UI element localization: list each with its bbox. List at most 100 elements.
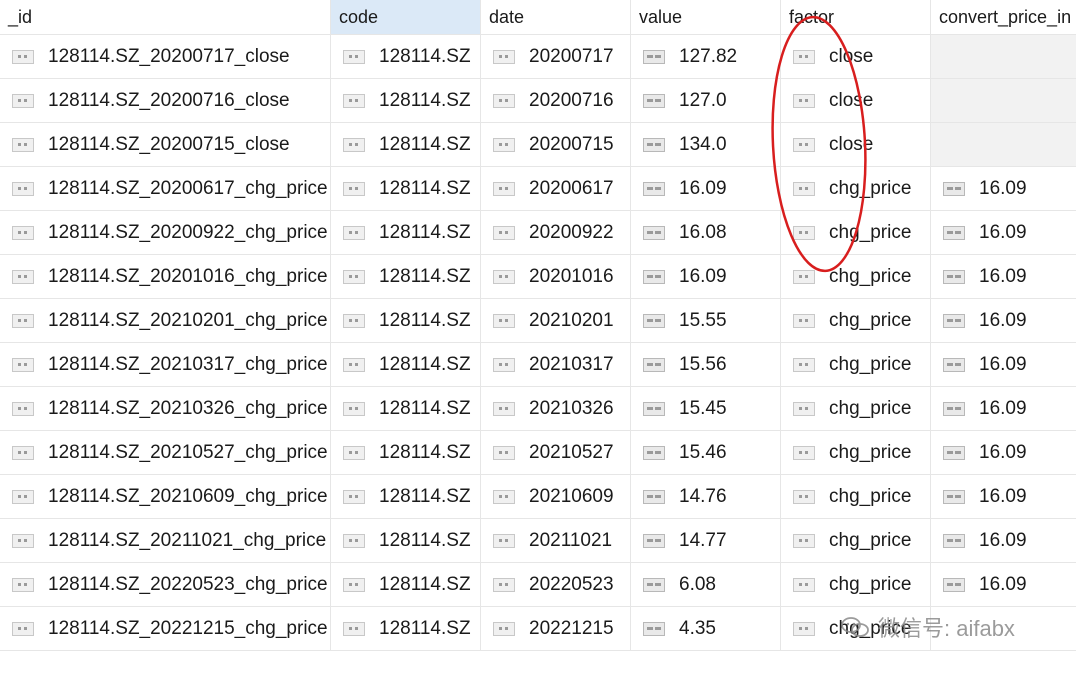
- cell-date[interactable]: 20200715: [481, 123, 631, 166]
- cell-code[interactable]: 128114.SZ: [331, 607, 481, 650]
- cell-id[interactable]: 128114.SZ_20210317_chg_price: [0, 343, 331, 386]
- cell-value[interactable]: 14.76: [631, 475, 781, 518]
- cell-code[interactable]: 128114.SZ: [331, 299, 481, 342]
- cell-id[interactable]: 128114.SZ_20200715_close: [0, 123, 331, 166]
- table-row[interactable]: 128114.SZ_20210317_chg_price 128114.SZ 202…: [0, 343, 1076, 387]
- cell-date[interactable]: 20221215: [481, 607, 631, 650]
- cell-convert-price[interactable]: 16.09: [931, 475, 1076, 518]
- column-header-value[interactable]: value: [631, 0, 781, 34]
- column-header-date[interactable]: date: [481, 0, 631, 34]
- table-row[interactable]: 128114.SZ_20200617_chg_price 128114.SZ 202…: [0, 167, 1076, 211]
- cell-value[interactable]: 14.77: [631, 519, 781, 562]
- cell-convert-price[interactable]: 16.09: [931, 299, 1076, 342]
- cell-factor[interactable]: close: [781, 79, 931, 122]
- cell-id[interactable]: 128114.SZ_20210609_chg_price: [0, 475, 331, 518]
- cell-date[interactable]: 20220523: [481, 563, 631, 606]
- cell-date[interactable]: 20210326: [481, 387, 631, 430]
- cell-id[interactable]: 128114.SZ_20201016_chg_price: [0, 255, 331, 298]
- cell-date[interactable]: 20211021: [481, 519, 631, 562]
- cell-factor[interactable]: chg_price: [781, 475, 931, 518]
- table-row[interactable]: 128114.SZ_20201016_chg_price 128114.SZ 202…: [0, 255, 1076, 299]
- cell-value[interactable]: 127.0: [631, 79, 781, 122]
- cell-convert-price[interactable]: 16.09: [931, 211, 1076, 254]
- cell-value[interactable]: 134.0: [631, 123, 781, 166]
- cell-code[interactable]: 128114.SZ: [331, 563, 481, 606]
- cell-factor[interactable]: chg_price: [781, 519, 931, 562]
- table-row[interactable]: 128114.SZ_20210326_chg_price 128114.SZ 202…: [0, 387, 1076, 431]
- cell-id[interactable]: 128114.SZ_20221215_chg_price: [0, 607, 331, 650]
- cell-value[interactable]: 6.08: [631, 563, 781, 606]
- cell-code[interactable]: 128114.SZ: [331, 431, 481, 474]
- cell-value[interactable]: 4.35: [631, 607, 781, 650]
- table-row[interactable]: 128114.SZ_20211021_chg_price 128114.SZ 202…: [0, 519, 1076, 563]
- cell-factor[interactable]: chg_price: [781, 343, 931, 386]
- cell-factor[interactable]: chg_price: [781, 211, 931, 254]
- cell-convert-price[interactable]: 16.09: [931, 255, 1076, 298]
- table-row[interactable]: 128114.SZ_20210201_chg_price 128114.SZ 202…: [0, 299, 1076, 343]
- cell-convert-price[interactable]: 16.09: [931, 387, 1076, 430]
- cell-convert-price[interactable]: 16.09: [931, 431, 1076, 474]
- cell-date[interactable]: 20210317: [481, 343, 631, 386]
- cell-code[interactable]: 128114.SZ: [331, 35, 481, 78]
- table-row[interactable]: 128114.SZ_20200922_chg_price 128114.SZ 202…: [0, 211, 1076, 255]
- cell-id[interactable]: 128114.SZ_20200717_close: [0, 35, 331, 78]
- cell-code[interactable]: 128114.SZ: [331, 519, 481, 562]
- column-header-code[interactable]: code: [331, 0, 481, 34]
- cell-id[interactable]: 128114.SZ_20200922_chg_price: [0, 211, 331, 254]
- cell-code[interactable]: 128114.SZ: [331, 255, 481, 298]
- cell-date[interactable]: 20200922: [481, 211, 631, 254]
- cell-date[interactable]: 20210201: [481, 299, 631, 342]
- cell-factor[interactable]: chg_price: [781, 255, 931, 298]
- table-row[interactable]: 128114.SZ_20200717_close 128114.SZ 2020071…: [0, 35, 1076, 79]
- table-row[interactable]: 128114.SZ_20210609_chg_price 128114.SZ 202…: [0, 475, 1076, 519]
- cell-code[interactable]: 128114.SZ: [331, 387, 481, 430]
- cell-convert-price[interactable]: 16.09: [931, 519, 1076, 562]
- cell-id[interactable]: 128114.SZ_20220523_chg_price: [0, 563, 331, 606]
- cell-factor[interactable]: chg_price: [781, 387, 931, 430]
- cell-value[interactable]: 16.08: [631, 211, 781, 254]
- cell-id[interactable]: 128114.SZ_20200716_close: [0, 79, 331, 122]
- cell-factor[interactable]: chg_price: [781, 431, 931, 474]
- cell-convert-price[interactable]: [931, 123, 1076, 166]
- cell-id[interactable]: 128114.SZ_20210527_chg_price: [0, 431, 331, 474]
- table-row[interactable]: 128114.SZ_20200716_close 128114.SZ 2020071…: [0, 79, 1076, 123]
- cell-date[interactable]: 20200617: [481, 167, 631, 210]
- cell-date[interactable]: 20201016: [481, 255, 631, 298]
- cell-date[interactable]: 20210609: [481, 475, 631, 518]
- cell-date[interactable]: 20200716: [481, 79, 631, 122]
- cell-code[interactable]: 128114.SZ: [331, 211, 481, 254]
- cell-factor[interactable]: close: [781, 123, 931, 166]
- cell-convert-price[interactable]: 16.09: [931, 167, 1076, 210]
- cell-date[interactable]: 20210527: [481, 431, 631, 474]
- cell-code[interactable]: 128114.SZ: [331, 343, 481, 386]
- table-row[interactable]: 128114.SZ_20200715_close 128114.SZ 2020071…: [0, 123, 1076, 167]
- cell-value[interactable]: 127.82: [631, 35, 781, 78]
- cell-convert-price[interactable]: 16.09: [931, 563, 1076, 606]
- cell-convert-price[interactable]: [931, 35, 1076, 78]
- cell-value[interactable]: 15.55: [631, 299, 781, 342]
- column-header-id[interactable]: _id: [0, 0, 331, 34]
- cell-code[interactable]: 128114.SZ: [331, 167, 481, 210]
- cell-value[interactable]: 15.46: [631, 431, 781, 474]
- cell-value[interactable]: 15.56: [631, 343, 781, 386]
- cell-value[interactable]: 15.45: [631, 387, 781, 430]
- cell-code[interactable]: 128114.SZ: [331, 475, 481, 518]
- cell-id[interactable]: 128114.SZ_20210326_chg_price: [0, 387, 331, 430]
- column-header-factor[interactable]: factor: [781, 0, 931, 34]
- cell-id[interactable]: 128114.SZ_20210201_chg_price: [0, 299, 331, 342]
- column-header-convert-price[interactable]: convert_price_in: [931, 0, 1076, 34]
- cell-convert-price[interactable]: [931, 79, 1076, 122]
- table-row[interactable]: 128114.SZ_20220523_chg_price 128114.SZ 202…: [0, 563, 1076, 607]
- cell-factor[interactable]: chg_price: [781, 563, 931, 606]
- cell-value[interactable]: 16.09: [631, 167, 781, 210]
- cell-value[interactable]: 16.09: [631, 255, 781, 298]
- cell-id[interactable]: 128114.SZ_20200617_chg_price: [0, 167, 331, 210]
- cell-factor[interactable]: close: [781, 35, 931, 78]
- table-row[interactable]: 128114.SZ_20210527_chg_price 128114.SZ 202…: [0, 431, 1076, 475]
- cell-code[interactable]: 128114.SZ: [331, 79, 481, 122]
- cell-code[interactable]: 128114.SZ: [331, 123, 481, 166]
- cell-date[interactable]: 20200717: [481, 35, 631, 78]
- cell-factor[interactable]: chg_price: [781, 167, 931, 210]
- cell-convert-price[interactable]: 16.09: [931, 343, 1076, 386]
- cell-id[interactable]: 128114.SZ_20211021_chg_price: [0, 519, 331, 562]
